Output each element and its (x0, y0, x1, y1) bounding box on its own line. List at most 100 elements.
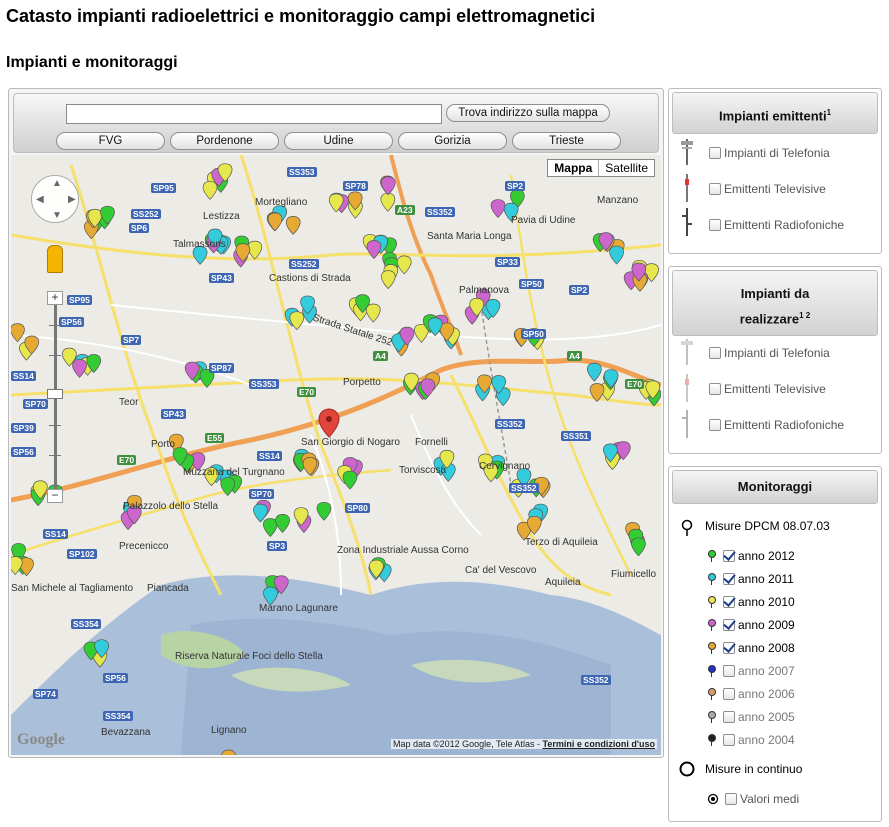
year-checkbox[interactable] (723, 573, 735, 585)
road-label: SP102 (67, 549, 97, 559)
road-label: SP56 (59, 317, 84, 327)
road-label: SP87 (209, 363, 234, 373)
year-checkbox[interactable] (723, 711, 735, 723)
year-row[interactable]: anno 2004 (707, 731, 795, 749)
pan-up-icon[interactable]: ▲ (52, 178, 62, 189)
zoom-slider-thumb[interactable] (47, 389, 63, 399)
year-row[interactable]: anno 2005 (707, 708, 795, 726)
emitters-radio-row[interactable]: Emittenti Radiofoniche (709, 215, 881, 235)
town-label: Aquileia (545, 577, 581, 588)
emitters-telephony-checkbox[interactable] (709, 147, 721, 159)
year-checkbox[interactable] (723, 642, 735, 654)
valori-medi-row[interactable]: Valori medi (707, 789, 881, 809)
planned-telephony-row[interactable]: Impianti di Telefonia (709, 343, 881, 363)
city-button-fvg[interactable]: FVG (56, 132, 165, 150)
road-label: SP33 (495, 257, 520, 267)
town-label: Manzano (597, 195, 639, 206)
pan-control[interactable]: ▲ ▼ ◀ ▶ (31, 175, 79, 223)
street-view-pegman-icon[interactable] (47, 245, 63, 273)
zoom-tick (49, 455, 61, 456)
road-label: SS354 (103, 711, 133, 721)
emitters-radio-checkbox[interactable] (709, 219, 721, 231)
year-label: anno 2007 (738, 664, 795, 678)
town-label: Mortegliano (255, 197, 308, 208)
town-label: Porto (151, 439, 175, 450)
zoom-tick (49, 425, 61, 426)
map-type-satellite[interactable]: Satellite (599, 160, 654, 176)
radio-tower-icon (682, 410, 688, 438)
zoom-in-button[interactable]: + (47, 291, 63, 305)
emitters-tv-row[interactable]: Emittenti Televisive (709, 179, 881, 199)
emitters-tv-label: Emittenti Televisive (724, 182, 826, 196)
page-title: Catasto impianti radioelettrici e monito… (6, 6, 596, 26)
year-checkbox[interactable] (723, 596, 735, 608)
planned-tv-label: Emittenti Televisive (724, 382, 826, 396)
town-label: Riserva Naturale Foci dello Stella (175, 651, 323, 662)
map-type-switch: Mappa Satellite (547, 159, 655, 177)
town-label: Palmanova (459, 285, 510, 296)
map-canvas[interactable]: Mappa Satellite ▲ ▼ ◀ ▶ + − SP95 SS252 SS3… (11, 155, 661, 755)
road-label: A4 (567, 351, 582, 361)
road-label: SS252 (289, 259, 319, 269)
town-label: San Giorgio di Nogaro (301, 437, 400, 448)
town-label: Cervignano (479, 461, 531, 472)
city-button-trieste[interactable]: Trieste (512, 132, 621, 150)
planned-panel-header: Impianti da realizzare1 2 (672, 270, 878, 336)
year-pin-icon (707, 688, 716, 700)
planned-radio-checkbox[interactable] (709, 419, 721, 431)
road-label: SS14 (11, 371, 36, 381)
year-checkbox[interactable] (723, 734, 735, 746)
map-type-mappa[interactable]: Mappa (548, 160, 600, 176)
planned-radio-row[interactable]: Emittenti Radiofoniche (709, 415, 881, 435)
year-row[interactable]: anno 2012 (707, 547, 795, 565)
pan-right-icon[interactable]: ▶ (68, 194, 76, 205)
road-label: SP70 (23, 399, 48, 409)
find-address-button[interactable]: Trova indirizzo sulla mappa (446, 104, 610, 122)
year-label: anno 2011 (738, 572, 794, 586)
year-checkbox[interactable] (723, 688, 735, 700)
valori-medi-checkbox[interactable] (725, 793, 737, 805)
road-label: E70 (625, 379, 645, 389)
road-label: SP74 (33, 689, 58, 699)
town-label: Bevazzana (101, 727, 151, 738)
year-checkbox[interactable] (723, 665, 735, 677)
map-attribution: Map data ©2012 Google, Tele Atlas - Term… (390, 739, 657, 749)
emitters-tv-checkbox[interactable] (709, 183, 721, 195)
pan-left-icon[interactable]: ◀ (36, 194, 44, 205)
zoom-slider-track[interactable] (54, 305, 57, 495)
city-button-udine[interactable]: Udine (284, 132, 393, 150)
town-label: Piancada (147, 583, 189, 594)
map-base (11, 155, 661, 755)
attribution-text: Map data ©2012 Google, Tele Atlas (392, 739, 535, 749)
city-button-gorizia[interactable]: Gorizia (398, 132, 507, 150)
section-title: Impianti e monitoraggi (6, 54, 178, 71)
address-search-input[interactable] (66, 104, 442, 124)
year-checkbox[interactable] (723, 550, 735, 562)
year-row[interactable]: anno 2008 (707, 639, 795, 657)
year-row[interactable]: anno 2011 (707, 570, 794, 588)
town-label: Porpetto (343, 377, 381, 388)
emitters-telephony-row[interactable]: Impianti di Telefonia (709, 143, 881, 163)
year-label: anno 2008 (738, 641, 795, 655)
year-row[interactable]: anno 2010 (707, 593, 795, 611)
planned-tv-checkbox[interactable] (709, 383, 721, 395)
zoom-out-button[interactable]: − (47, 489, 63, 503)
city-button-pordenone[interactable]: Pordenone (170, 132, 279, 150)
planned-tv-row[interactable]: Emittenti Televisive (709, 379, 881, 399)
town-label: Palazzolo dello Stella (123, 501, 219, 512)
road-label: SP56 (103, 673, 128, 683)
year-row[interactable]: anno 2007 (707, 662, 795, 680)
year-checkbox[interactable] (723, 619, 735, 631)
pan-down-icon[interactable]: ▼ (52, 210, 62, 221)
terms-link[interactable]: Termini e condizioni d'uso (543, 739, 655, 749)
monitoring-panel-header: Monitoraggi (672, 470, 878, 504)
planned-telephony-checkbox[interactable] (709, 347, 721, 359)
zoom-tick (49, 355, 61, 356)
road-label: SS351 (561, 431, 591, 441)
emitters-telephony-label: Impianti di Telefonia (724, 146, 830, 160)
year-row[interactable]: anno 2009 (707, 616, 795, 634)
road-label: SP70 (249, 489, 274, 499)
address-search-bar: Trova indirizzo sulla mappa FVG Pordenon… (13, 93, 659, 153)
footnote-ref: 1 (826, 108, 832, 117)
year-row[interactable]: anno 2006 (707, 685, 795, 703)
